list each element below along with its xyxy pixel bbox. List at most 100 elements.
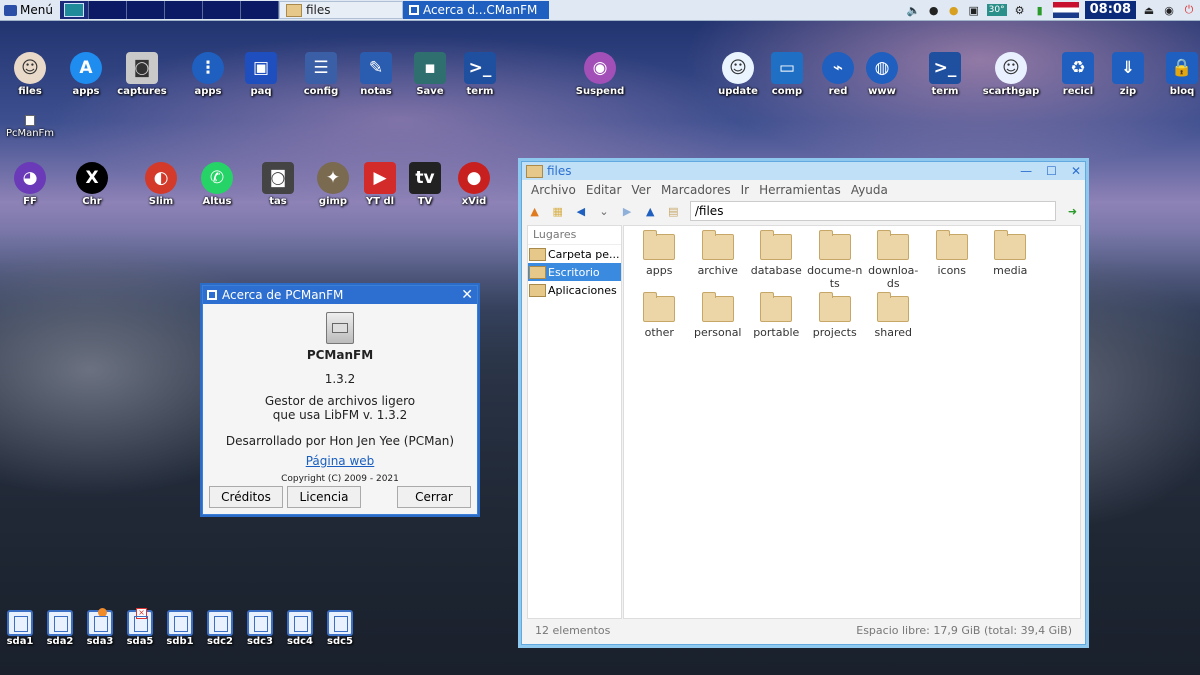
up-icon[interactable]: ▲ [644,204,657,218]
forward-icon[interactable]: ▶ [621,204,634,218]
app-store-icon: A [70,52,102,84]
desktop-icon-files[interactable]: ☺ files [0,52,60,97]
desktop-icon-term[interactable]: >_ term [450,52,510,97]
go-icon[interactable]: ➜ [1066,204,1079,218]
workspace-6[interactable] [240,1,279,19]
place-item[interactable]: Carpeta pe... [528,245,621,263]
battery-icon[interactable]: ▮ [1033,3,1047,17]
desktop-icon-chr[interactable]: X Chr [62,162,122,207]
file-item[interactable]: personal [689,292,748,356]
drive-sdc5[interactable]: sdc5 [320,610,360,647]
workspace-5[interactable] [202,1,241,19]
desktop-icon-xvid[interactable]: ● xVid [444,162,504,207]
power-status-icon[interactable]: ● [947,3,961,17]
desktop-icon-altus[interactable]: ✆ Altus [187,162,247,207]
desktop-icon-apps[interactable]: ⋮ apps [178,52,238,97]
file-item[interactable]: archive [689,230,748,294]
desktop-icon-slim[interactable]: ◐ Slim [131,162,191,207]
file-item[interactable]: projects [806,292,865,356]
window-titlebar[interactable]: files — ☐ ✕ [522,162,1085,180]
clock[interactable]: 08:08 [1084,1,1136,19]
desktop-icon-captures[interactable]: ◙ captures [112,52,172,97]
pcmanfm-app-icon [326,312,354,344]
menu-ver[interactable]: Ver [631,183,651,197]
file-item[interactable]: docume-nts [806,230,865,294]
keyboard-layout-flag-icon[interactable] [1052,2,1079,18]
desktop-icon-notas[interactable]: ✎ notas [346,52,406,97]
shutdown-icon[interactable]: ⏻ [1182,3,1196,17]
dialog-titlebar[interactable]: Acerca de PCManFM ✕ [203,286,477,304]
website-link[interactable]: Página web [203,454,477,468]
back-icon[interactable]: ◀ [574,204,587,218]
task-files[interactable]: files [278,1,403,19]
drive-sda1[interactable]: sda1 [0,610,40,647]
file-item[interactable]: apps [630,230,689,294]
drive-sdc3[interactable]: sdc3 [240,610,280,647]
maximize-icon[interactable]: ☐ [1046,164,1057,178]
drive-sda5[interactable]: × sda5 [120,608,160,647]
close-icon[interactable]: ✕ [1071,164,1081,178]
desktop-icon-label: red [828,86,848,97]
desktop-icon-zip[interactable]: ⇓ zip [1098,52,1158,97]
workspace-1[interactable] [59,1,89,19]
file-item[interactable]: downloa-ds [864,230,923,294]
drive-sda2[interactable]: sda2 [40,610,80,647]
file-item[interactable]: portable [747,292,806,356]
file-item[interactable]: icons [923,230,982,294]
folder-icon [818,292,851,322]
history-dropdown-icon[interactable]: ⌄ [597,204,610,218]
credits-button[interactable]: Créditos [209,486,283,508]
file-item[interactable]: other [630,292,689,356]
task-about[interactable]: Acerca d...CManFM [402,1,549,19]
drive-sda3[interactable]: sda3 [80,608,120,647]
home-icon[interactable]: ▤ [667,204,680,218]
drive-sdc2[interactable]: sdc2 [200,610,240,647]
path-bar[interactable]: /files [689,201,1056,221]
desktop-icon-suspend[interactable]: ◉ Suspend [570,52,630,97]
desktop-icon-scarthgap[interactable]: ☺ scarthgap [981,52,1041,97]
network-icon[interactable]: ▣ [967,3,981,17]
place-item[interactable]: Escritorio [528,263,621,281]
license-button[interactable]: Licencia [287,486,361,508]
desktop-icon-label: www [868,86,896,97]
unmount-indicator-icon[interactable]: × [136,608,147,619]
desktop-icon-ff[interactable]: ◕ FF [0,162,60,207]
close-button[interactable]: Cerrar [397,486,471,508]
mount-icon[interactable]: ⏏ [1142,3,1156,17]
workspace-3[interactable] [126,1,165,19]
settings-icon[interactable]: ⚙ [1013,3,1027,17]
menu-marcadores[interactable]: Marcadores [661,183,731,197]
app-version: 1.3.2 [324,372,356,386]
menu-editar[interactable]: Editar [586,183,622,197]
close-icon[interactable]: ✕ [461,287,473,303]
minimize-icon[interactable]: — [1020,164,1032,178]
workspace-2[interactable] [88,1,127,19]
desktop-icon-config[interactable]: ☰ config [291,52,351,97]
desktop-icon-apps[interactable]: Aapps [56,52,116,97]
temperature-indicator[interactable]: 30° [986,4,1007,16]
file-item[interactable]: media [981,230,1040,294]
warning-icon[interactable]: ▲ [528,204,541,218]
workspace-pager[interactable] [59,1,279,19]
workspace-4[interactable] [164,1,203,19]
menu-archivo[interactable]: Archivo [531,183,576,197]
volume-icon[interactable]: 🔈 [907,3,921,17]
menu-button[interactable]: Menú [0,0,57,20]
desktop-icon-paq[interactable]: ▣ paq [231,52,291,97]
desktop-icon-www[interactable]: ◍ www [852,52,912,97]
drive-sdc4[interactable]: sdc4 [280,610,320,647]
new-tab-icon[interactable]: ▦ [551,204,564,218]
user-icon[interactable]: ● [927,3,941,17]
menu-ir[interactable]: Ir [741,183,749,197]
pcmanfm-desktop-label[interactable]: PcManFm [0,115,60,139]
drive-sdb1[interactable]: sdb1 [160,610,200,647]
menu-herramientas[interactable]: Herramientas [759,183,841,197]
file-item[interactable]: database [747,230,806,294]
screenshot-icon[interactable]: ◉ [1162,3,1176,17]
desktop-icon-tas[interactable]: ◙ tas [248,162,308,207]
place-item[interactable]: Aplicaciones [528,281,621,299]
menu-ayuda[interactable]: Ayuda [851,183,888,197]
file-item[interactable]: shared [864,292,923,356]
desktop-icon-bloq[interactable]: 🔒 bloq [1152,52,1200,97]
desktop-icon-term[interactable]: >_ term [915,52,975,97]
